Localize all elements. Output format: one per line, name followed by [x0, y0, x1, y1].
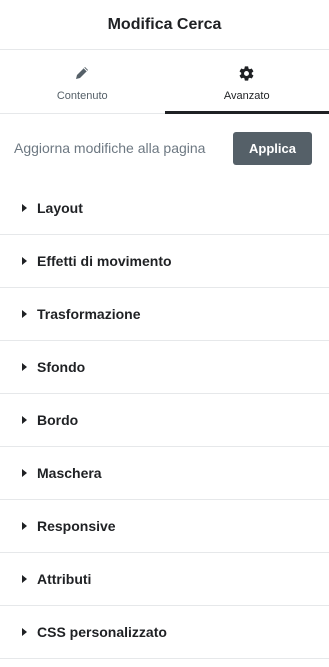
section-label: Layout — [37, 200, 83, 216]
caret-right-icon — [22, 469, 27, 477]
tab-bar: Contenuto Avanzato — [0, 50, 329, 114]
caret-right-icon — [22, 628, 27, 636]
gear-icon — [238, 64, 255, 82]
apply-button[interactable]: Applica — [233, 131, 312, 165]
section-label: Responsive — [37, 518, 116, 534]
section-label: Bordo — [37, 412, 79, 428]
apply-changes-row: Aggiorna modifiche alla pagina Applica — [0, 114, 329, 182]
section-label: Effetti di movimento — [37, 253, 172, 269]
section-trasformazione[interactable]: Trasformazione — [0, 288, 329, 341]
section-effetti-di-movimento[interactable]: Effetti di movimento — [0, 235, 329, 288]
section-maschera[interactable]: Maschera — [0, 447, 329, 500]
section-sfondo[interactable]: Sfondo — [0, 341, 329, 394]
section-label: Maschera — [37, 465, 102, 481]
caret-right-icon — [22, 416, 27, 424]
caret-right-icon — [22, 204, 27, 212]
section-layout[interactable]: Layout — [0, 182, 329, 235]
section-label: CSS personalizzato — [37, 624, 167, 640]
caret-right-icon — [22, 575, 27, 583]
section-label: Sfondo — [37, 359, 86, 375]
caret-right-icon — [22, 257, 27, 265]
apply-description: Aggiorna modifiche alla pagina — [14, 140, 206, 156]
panel-header: Modifica Cerca — [0, 0, 329, 50]
section-label: Trasformazione — [37, 306, 141, 322]
section-responsive[interactable]: Responsive — [0, 500, 329, 553]
caret-right-icon — [22, 522, 27, 530]
caret-right-icon — [22, 310, 27, 318]
section-list: Layout Effetti di movimento Trasformazio… — [0, 182, 329, 659]
tab-avanzato[interactable]: Avanzato — [164, 50, 329, 114]
pencil-icon — [74, 64, 90, 82]
tab-label: Avanzato — [223, 90, 270, 102]
section-bordo[interactable]: Bordo — [0, 394, 329, 447]
section-css-personalizzato[interactable]: CSS personalizzato — [0, 606, 329, 659]
tab-label: Contenuto — [56, 90, 108, 102]
section-label: Attributi — [37, 571, 92, 587]
section-attributi[interactable]: Attributi — [0, 553, 329, 606]
caret-right-icon — [22, 363, 27, 371]
tab-contenuto[interactable]: Contenuto — [0, 50, 165, 113]
panel-title: Modifica Cerca — [107, 15, 222, 33]
